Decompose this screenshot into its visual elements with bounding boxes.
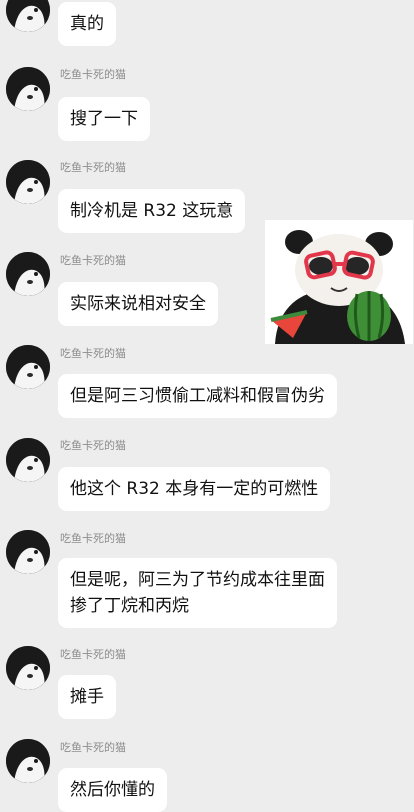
avatar[interactable] <box>6 160 50 204</box>
message-bubble[interactable]: 实际来说相对安全 <box>58 282 218 326</box>
panda-with-watermelon-sticker-icon <box>265 220 413 344</box>
avatar[interactable] <box>6 345 50 389</box>
message-text-line: 掺了丁烷和丙烷 <box>70 596 189 616</box>
message-text: 真的 <box>70 14 104 34</box>
avatar[interactable] <box>6 438 50 482</box>
sticker-image[interactable] <box>265 220 413 344</box>
message-text: 摊手 <box>70 687 104 707</box>
cat-avatar-icon <box>6 345 50 389</box>
sender-name: 吃鱼卡死的猫 <box>60 439 126 452</box>
avatar[interactable] <box>6 646 50 690</box>
avatar[interactable] <box>6 67 50 111</box>
cat-avatar-icon <box>6 646 50 690</box>
sender-name: 吃鱼卡死的猫 <box>60 161 126 174</box>
message-bubble[interactable]: 真的 <box>58 2 116 46</box>
sender-name: 吃鱼卡死的猫 <box>60 347 126 360</box>
sender-name: 吃鱼卡死的猫 <box>60 741 126 754</box>
avatar[interactable] <box>6 739 50 783</box>
cat-avatar-icon <box>6 160 50 204</box>
sender-name: 吃鱼卡死的猫 <box>60 254 126 267</box>
message-text: 实际来说相对安全 <box>70 294 206 314</box>
message-text: 制冷机是 R32 这玩意 <box>70 201 234 221</box>
message-bubble[interactable]: 但是呢，阿三为了节约成本往里面 掺了丁烷和丙烷 <box>58 558 337 628</box>
message-bubble[interactable]: 然后你懂的 <box>58 768 167 812</box>
message-bubble[interactable]: 但是阿三习惯偷工减料和假冒伪劣 <box>58 374 337 418</box>
message-text: 然后你懂的 <box>70 780 155 800</box>
avatar[interactable] <box>6 0 50 32</box>
avatar[interactable] <box>6 252 50 296</box>
sender-name: 吃鱼卡死的猫 <box>60 532 126 545</box>
cat-avatar-icon <box>6 0 50 32</box>
message-text-line: 但是呢，阿三为了节约成本往里面 <box>70 570 325 590</box>
message-bubble[interactable]: 摊手 <box>58 675 116 719</box>
cat-avatar-icon <box>6 530 50 574</box>
sender-name: 吃鱼卡死的猫 <box>60 68 126 81</box>
cat-avatar-icon <box>6 739 50 783</box>
sender-name: 吃鱼卡死的猫 <box>60 648 126 661</box>
message-text: 搜了一下 <box>70 109 138 129</box>
message-bubble[interactable]: 搜了一下 <box>58 97 150 141</box>
message-text: 但是阿三习惯偷工减料和假冒伪劣 <box>70 386 325 406</box>
cat-avatar-icon <box>6 252 50 296</box>
cat-avatar-icon <box>6 67 50 111</box>
cat-avatar-icon <box>6 438 50 482</box>
message-bubble[interactable]: 他这个 R32 本身有一定的可燃性 <box>58 467 331 511</box>
message-text: 他这个 R32 本身有一定的可燃性 <box>70 479 319 499</box>
message-bubble[interactable]: 制冷机是 R32 这玩意 <box>58 189 246 233</box>
avatar[interactable] <box>6 530 50 574</box>
